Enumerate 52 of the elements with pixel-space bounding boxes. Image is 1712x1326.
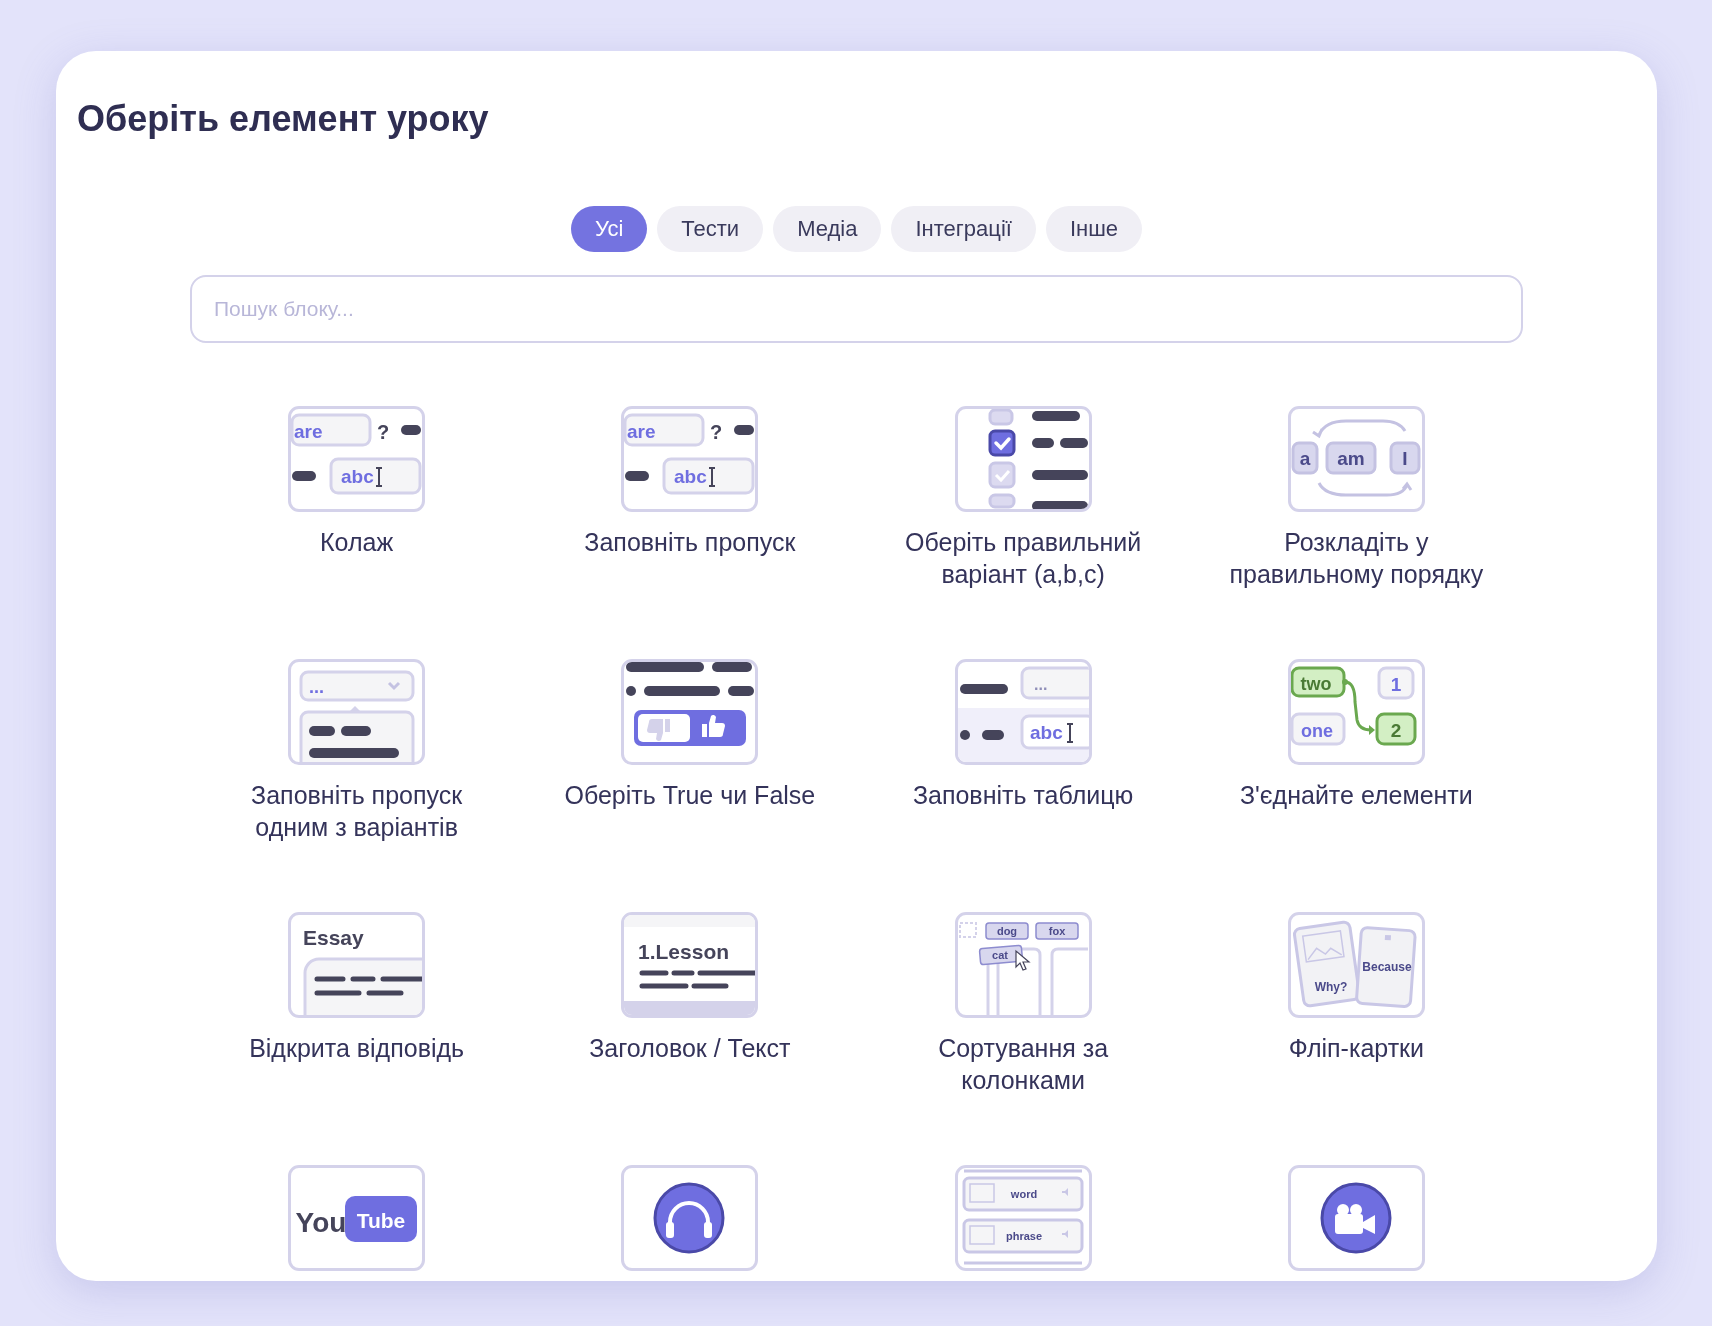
block-option[interactable]: word phrase: [954, 1165, 1092, 1271]
preview-word: 1: [1390, 674, 1402, 695]
preview-word: I: [1402, 448, 1408, 469]
filter-tab[interactable]: Інтеграції: [891, 206, 1036, 252]
preview-word: ...: [1033, 676, 1047, 693]
search-field[interactable]: Пошук блоку...: [190, 275, 1523, 343]
block-option[interactable]: two one 1 2 З'єднайте елементи: [1239, 659, 1473, 811]
block-option[interactable]: ... Заповніть пропуск одним з варіантів: [211, 659, 502, 843]
block-option[interactable]: 1.Lesson Заголовок / Текст: [589, 912, 791, 1064]
preview-word: abc: [1029, 722, 1063, 743]
block-option[interactable]: You Tube: [288, 1165, 426, 1271]
preview-word: Essay: [303, 926, 364, 949]
block-option[interactable]: dog fox cat Сортування за колонками: [878, 912, 1169, 1096]
preview-word: fox: [1048, 925, 1065, 937]
preview-word: abc: [674, 466, 708, 487]
block-option[interactable]: Оберіть правильний варіант (a,b,c): [878, 406, 1169, 590]
preview-word: Why?: [1314, 980, 1348, 994]
block-option[interactable]: ... abc Заповніть таблицю: [912, 659, 1134, 811]
preview-word: are: [294, 421, 323, 442]
video-camera-icon: [1320, 1182, 1392, 1254]
preview-word: am: [1337, 448, 1365, 469]
preview-word: ?: [710, 421, 723, 443]
block-option[interactable]: are ? abc Колаж: [288, 406, 426, 558]
preview-word: Because: [1362, 960, 1412, 974]
preview-word: 2: [1390, 720, 1402, 741]
preview-word: ?: [377, 421, 390, 443]
preview-word: two: [1300, 674, 1332, 694]
block-option[interactable]: a am I Розкладіть у правильному порядку: [1211, 406, 1502, 590]
preview-word: 1.Lesson: [638, 940, 730, 963]
preview-word: ...: [309, 677, 325, 697]
dialog-title: Оберіть елемент уроку: [76, 97, 490, 141]
preview-word: Tube: [356, 1209, 406, 1232]
preview-word: phrase: [1005, 1230, 1042, 1242]
preview-word: abc: [341, 466, 374, 487]
block-option[interactable]: Why? Because Фліп-картки: [1287, 912, 1425, 1064]
block-option[interactable]: [1287, 1165, 1425, 1271]
block-option[interactable]: are ? abc Заповніть пропуск: [584, 406, 796, 558]
filter-tab[interactable]: Інше: [1045, 206, 1143, 252]
preview-word: dog: [996, 925, 1017, 937]
preview-word: cat: [991, 949, 1008, 961]
filter-tab[interactable]: Усі: [570, 206, 648, 252]
preview-word: You: [295, 1207, 347, 1238]
preview-word: one: [1300, 721, 1333, 741]
filter-tab[interactable]: Тести: [657, 206, 764, 252]
block-option[interactable]: Оберіть True чи False: [564, 659, 816, 811]
filter-tab[interactable]: Медіа: [773, 206, 882, 252]
block-option[interactable]: [621, 1165, 759, 1271]
preview-word: are: [627, 421, 656, 442]
preview-word: word: [1010, 1188, 1037, 1200]
block-option[interactable]: Essay Відкрита відповідь: [249, 912, 465, 1064]
preview-word: a: [1299, 448, 1311, 469]
headphones-icon: [653, 1182, 725, 1254]
